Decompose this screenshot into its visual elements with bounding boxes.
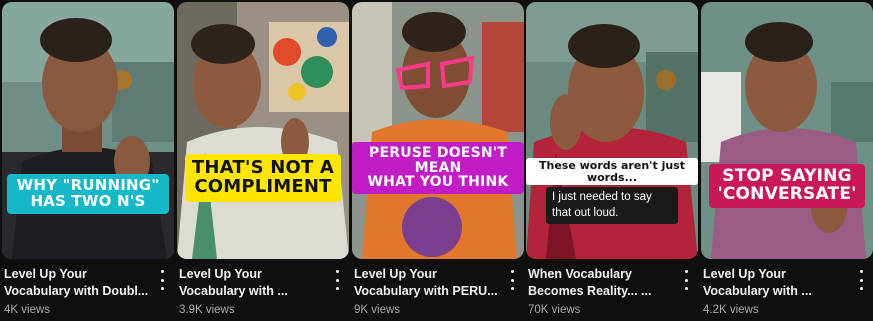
thumbnail-caption: Stop saying 'conversate' (701, 164, 873, 208)
title-line[interactable]: Level Up Your (703, 266, 849, 283)
caption-line: That's not a (191, 157, 335, 178)
thumbnail-image (701, 2, 873, 259)
video-title[interactable]: Level Up Your Vocabulary with ... (179, 266, 325, 300)
short-card[interactable]: That's not a compliment Level Up Your Vo… (177, 0, 349, 321)
more-vert-icon[interactable] (680, 270, 692, 290)
title-line[interactable]: Vocabulary with PERU... (354, 283, 500, 300)
thumbnail[interactable]: Peruse doesn't mean what you think (352, 2, 524, 259)
title-line[interactable]: Level Up Your (354, 266, 500, 283)
view-count: 9K views (354, 304, 401, 316)
caption-line: I just needed to say that out loud. (546, 187, 678, 225)
caption-line: These words aren't just words... (526, 158, 698, 186)
short-card[interactable]: Stop saying 'conversate' Level Up Your V… (701, 0, 873, 321)
more-vert-icon[interactable] (506, 270, 518, 290)
title-line[interactable]: Vocabulary with Doubl... (4, 283, 150, 300)
view-count: 3.9K views (179, 304, 235, 316)
thumbnail-image (352, 2, 524, 259)
more-vert-icon[interactable] (156, 270, 168, 290)
title-line[interactable]: Level Up Your (4, 266, 150, 283)
more-vert-icon[interactable] (855, 270, 867, 290)
caption-line: Peruse doesn't mean (368, 145, 507, 176)
short-card[interactable]: These words aren't just words... I just … (526, 0, 698, 321)
video-title[interactable]: Level Up Your Vocabulary with Doubl... (4, 266, 150, 300)
video-title[interactable]: When Vocabulary Becomes Reality... ... (528, 266, 674, 300)
more-vert-icon[interactable] (331, 270, 343, 290)
thumbnail[interactable]: These words aren't just words... I just … (526, 2, 698, 259)
thumbnail-caption: That's not a compliment (177, 154, 349, 202)
caption-line: has two N's (30, 191, 146, 210)
title-line[interactable]: When Vocabulary (528, 266, 674, 283)
thumbnail-image (2, 2, 174, 259)
caption-line: compliment (194, 175, 332, 197)
view-count: 70K views (528, 304, 581, 316)
view-count: 4.2K views (703, 304, 759, 316)
caption-line: what you think (367, 174, 509, 191)
thumbnail[interactable]: Why "Running" has two N's (2, 2, 174, 259)
thumbnail-caption: Why "Running" has two N's (2, 174, 174, 214)
title-line[interactable]: Level Up Your (179, 266, 325, 283)
title-line[interactable]: Vocabulary with ... (703, 283, 849, 300)
thumbnail-caption: These words aren't just words... I just … (526, 158, 698, 225)
title-line[interactable]: Vocabulary with ... (179, 283, 325, 300)
caption-line: 'conversate' (717, 183, 857, 204)
video-title[interactable]: Level Up Your Vocabulary with PERU... (354, 266, 500, 300)
title-line[interactable]: Becomes Reality... ... (528, 283, 674, 300)
video-title[interactable]: Level Up Your Vocabulary with ... (703, 266, 849, 300)
thumbnail[interactable]: That's not a compliment (177, 2, 349, 259)
short-card[interactable]: Peruse doesn't mean what you think Level… (352, 0, 524, 321)
thumbnail-caption: Peruse doesn't mean what you think (352, 142, 524, 195)
thumbnail[interactable]: Stop saying 'conversate' (701, 2, 873, 259)
shorts-row: Why "Running" has two N's Level Up Your … (0, 0, 873, 321)
thumbnail-image (177, 2, 349, 259)
short-card[interactable]: Why "Running" has two N's Level Up Your … (2, 0, 174, 321)
view-count: 4K views (4, 304, 51, 316)
